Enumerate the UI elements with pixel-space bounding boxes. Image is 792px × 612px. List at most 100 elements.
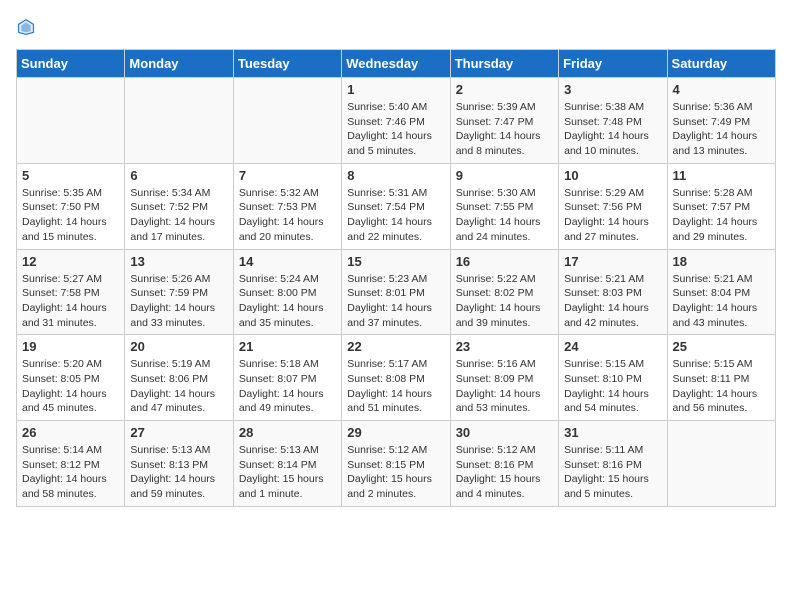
calendar-cell bbox=[233, 78, 341, 164]
calendar-cell: 13 Sunrise: 5:26 AM Sunset: 7:59 PM Dayli… bbox=[125, 249, 233, 335]
day-header-sunday: Sunday bbox=[17, 50, 125, 78]
day-number: 3 bbox=[564, 82, 661, 97]
calendar-cell: 19 Sunrise: 5:20 AM Sunset: 8:05 PM Dayli… bbox=[17, 335, 125, 421]
calendar-header-row: SundayMondayTuesdayWednesdayThursdayFrid… bbox=[17, 50, 776, 78]
day-number: 13 bbox=[130, 254, 227, 269]
day-info: Sunrise: 5:23 AM Sunset: 8:01 PM Dayligh… bbox=[347, 272, 444, 331]
calendar-cell bbox=[17, 78, 125, 164]
day-number: 11 bbox=[673, 168, 770, 183]
day-info: Sunrise: 5:27 AM Sunset: 7:58 PM Dayligh… bbox=[22, 272, 119, 331]
day-info: Sunrise: 5:21 AM Sunset: 8:04 PM Dayligh… bbox=[673, 272, 770, 331]
day-info: Sunrise: 5:40 AM Sunset: 7:46 PM Dayligh… bbox=[347, 100, 444, 159]
calendar-week-row: 12 Sunrise: 5:27 AM Sunset: 7:58 PM Dayli… bbox=[17, 249, 776, 335]
day-header-thursday: Thursday bbox=[450, 50, 558, 78]
day-info: Sunrise: 5:11 AM Sunset: 8:16 PM Dayligh… bbox=[564, 443, 661, 502]
day-info: Sunrise: 5:30 AM Sunset: 7:55 PM Dayligh… bbox=[456, 186, 553, 245]
calendar-week-row: 26 Sunrise: 5:14 AM Sunset: 8:12 PM Dayli… bbox=[17, 421, 776, 507]
day-info: Sunrise: 5:32 AM Sunset: 7:53 PM Dayligh… bbox=[239, 186, 336, 245]
calendar-cell: 17 Sunrise: 5:21 AM Sunset: 8:03 PM Dayli… bbox=[559, 249, 667, 335]
calendar-cell: 2 Sunrise: 5:39 AM Sunset: 7:47 PM Daylig… bbox=[450, 78, 558, 164]
day-info: Sunrise: 5:13 AM Sunset: 8:13 PM Dayligh… bbox=[130, 443, 227, 502]
calendar-cell bbox=[125, 78, 233, 164]
day-number: 14 bbox=[239, 254, 336, 269]
calendar-cell: 22Sunrise: 5:17 AM Sunset: 8:08 PM Dayli… bbox=[342, 335, 450, 421]
day-info: Sunrise: 5:26 AM Sunset: 7:59 PM Dayligh… bbox=[130, 272, 227, 331]
calendar-cell: 25 Sunrise: 5:15 AM Sunset: 8:11 PM Dayli… bbox=[667, 335, 775, 421]
day-number: 2 bbox=[456, 82, 553, 97]
calendar-cell: 10 Sunrise: 5:29 AM Sunset: 7:56 PM Dayli… bbox=[559, 163, 667, 249]
day-info: Sunrise: 5:24 AM Sunset: 8:00 PM Dayligh… bbox=[239, 272, 336, 331]
day-number: 8 bbox=[347, 168, 444, 183]
day-number: 26 bbox=[22, 425, 119, 440]
calendar-week-row: 5Sunrise: 5:35 AM Sunset: 7:50 PM Daylig… bbox=[17, 163, 776, 249]
day-info: Sunrise: 5:38 AM Sunset: 7:48 PM Dayligh… bbox=[564, 100, 661, 159]
day-info: Sunrise: 5:12 AM Sunset: 8:16 PM Dayligh… bbox=[456, 443, 553, 502]
day-number: 7 bbox=[239, 168, 336, 183]
calendar-cell: 6Sunrise: 5:34 AM Sunset: 7:52 PM Daylig… bbox=[125, 163, 233, 249]
day-number: 25 bbox=[673, 339, 770, 354]
day-number: 4 bbox=[673, 82, 770, 97]
calendar-cell: 21Sunrise: 5:18 AM Sunset: 8:07 PM Dayli… bbox=[233, 335, 341, 421]
day-header-monday: Monday bbox=[125, 50, 233, 78]
day-number: 9 bbox=[456, 168, 553, 183]
day-info: Sunrise: 5:34 AM Sunset: 7:52 PM Dayligh… bbox=[130, 186, 227, 245]
day-header-tuesday: Tuesday bbox=[233, 50, 341, 78]
day-info: Sunrise: 5:20 AM Sunset: 8:05 PM Dayligh… bbox=[22, 357, 119, 416]
day-number: 17 bbox=[564, 254, 661, 269]
calendar-cell: 31 Sunrise: 5:11 AM Sunset: 8:16 PM Dayli… bbox=[559, 421, 667, 507]
calendar-cell: 7 Sunrise: 5:32 AM Sunset: 7:53 PM Daylig… bbox=[233, 163, 341, 249]
day-info: Sunrise: 5:22 AM Sunset: 8:02 PM Dayligh… bbox=[456, 272, 553, 331]
calendar-cell: 23Sunrise: 5:16 AM Sunset: 8:09 PM Dayli… bbox=[450, 335, 558, 421]
calendar-cell: 1 Sunrise: 5:40 AM Sunset: 7:46 PM Daylig… bbox=[342, 78, 450, 164]
day-number: 1 bbox=[347, 82, 444, 97]
day-number: 18 bbox=[673, 254, 770, 269]
day-number: 21 bbox=[239, 339, 336, 354]
calendar-cell: 27 Sunrise: 5:13 AM Sunset: 8:13 PM Dayli… bbox=[125, 421, 233, 507]
calendar-cell: 26 Sunrise: 5:14 AM Sunset: 8:12 PM Dayli… bbox=[17, 421, 125, 507]
day-info: Sunrise: 5:13 AM Sunset: 8:14 PM Dayligh… bbox=[239, 443, 336, 502]
day-number: 27 bbox=[130, 425, 227, 440]
day-info: Sunrise: 5:17 AM Sunset: 8:08 PM Dayligh… bbox=[347, 357, 444, 416]
day-info: Sunrise: 5:36 AM Sunset: 7:49 PM Dayligh… bbox=[673, 100, 770, 159]
day-number: 28 bbox=[239, 425, 336, 440]
calendar-week-row: 19 Sunrise: 5:20 AM Sunset: 8:05 PM Dayli… bbox=[17, 335, 776, 421]
calendar-cell: 12 Sunrise: 5:27 AM Sunset: 7:58 PM Dayli… bbox=[17, 249, 125, 335]
day-number: 30 bbox=[456, 425, 553, 440]
calendar-cell: 29Sunrise: 5:12 AM Sunset: 8:15 PM Dayli… bbox=[342, 421, 450, 507]
page-header bbox=[16, 16, 776, 37]
day-number: 10 bbox=[564, 168, 661, 183]
day-info: Sunrise: 5:29 AM Sunset: 7:56 PM Dayligh… bbox=[564, 186, 661, 245]
calendar-cell: 11Sunrise: 5:28 AM Sunset: 7:57 PM Dayli… bbox=[667, 163, 775, 249]
logo bbox=[16, 16, 40, 37]
logo-icon bbox=[16, 17, 36, 37]
day-number: 24 bbox=[564, 339, 661, 354]
day-number: 12 bbox=[22, 254, 119, 269]
day-info: Sunrise: 5:19 AM Sunset: 8:06 PM Dayligh… bbox=[130, 357, 227, 416]
day-info: Sunrise: 5:39 AM Sunset: 7:47 PM Dayligh… bbox=[456, 100, 553, 159]
day-info: Sunrise: 5:15 AM Sunset: 8:11 PM Dayligh… bbox=[673, 357, 770, 416]
calendar-cell: 20Sunrise: 5:19 AM Sunset: 8:06 PM Dayli… bbox=[125, 335, 233, 421]
calendar-cell: 4 Sunrise: 5:36 AM Sunset: 7:49 PM Daylig… bbox=[667, 78, 775, 164]
calendar-cell: 15 Sunrise: 5:23 AM Sunset: 8:01 PM Dayli… bbox=[342, 249, 450, 335]
day-info: Sunrise: 5:31 AM Sunset: 7:54 PM Dayligh… bbox=[347, 186, 444, 245]
calendar-cell bbox=[667, 421, 775, 507]
day-info: Sunrise: 5:16 AM Sunset: 8:09 PM Dayligh… bbox=[456, 357, 553, 416]
calendar-cell: 30 Sunrise: 5:12 AM Sunset: 8:16 PM Dayli… bbox=[450, 421, 558, 507]
day-number: 15 bbox=[347, 254, 444, 269]
day-info: Sunrise: 5:35 AM Sunset: 7:50 PM Dayligh… bbox=[22, 186, 119, 245]
calendar-table: SundayMondayTuesdayWednesdayThursdayFrid… bbox=[16, 49, 776, 507]
calendar-cell: 9 Sunrise: 5:30 AM Sunset: 7:55 PM Daylig… bbox=[450, 163, 558, 249]
calendar-cell: 16 Sunrise: 5:22 AM Sunset: 8:02 PM Dayli… bbox=[450, 249, 558, 335]
day-info: Sunrise: 5:21 AM Sunset: 8:03 PM Dayligh… bbox=[564, 272, 661, 331]
calendar-cell: 5Sunrise: 5:35 AM Sunset: 7:50 PM Daylig… bbox=[17, 163, 125, 249]
calendar-cell: 3 Sunrise: 5:38 AM Sunset: 7:48 PM Daylig… bbox=[559, 78, 667, 164]
day-number: 29 bbox=[347, 425, 444, 440]
day-number: 31 bbox=[564, 425, 661, 440]
day-number: 19 bbox=[22, 339, 119, 354]
day-header-saturday: Saturday bbox=[667, 50, 775, 78]
day-number: 16 bbox=[456, 254, 553, 269]
day-header-wednesday: Wednesday bbox=[342, 50, 450, 78]
calendar-cell: 24Sunrise: 5:15 AM Sunset: 8:10 PM Dayli… bbox=[559, 335, 667, 421]
calendar-week-row: 1 Sunrise: 5:40 AM Sunset: 7:46 PM Daylig… bbox=[17, 78, 776, 164]
day-info: Sunrise: 5:14 AM Sunset: 8:12 PM Dayligh… bbox=[22, 443, 119, 502]
